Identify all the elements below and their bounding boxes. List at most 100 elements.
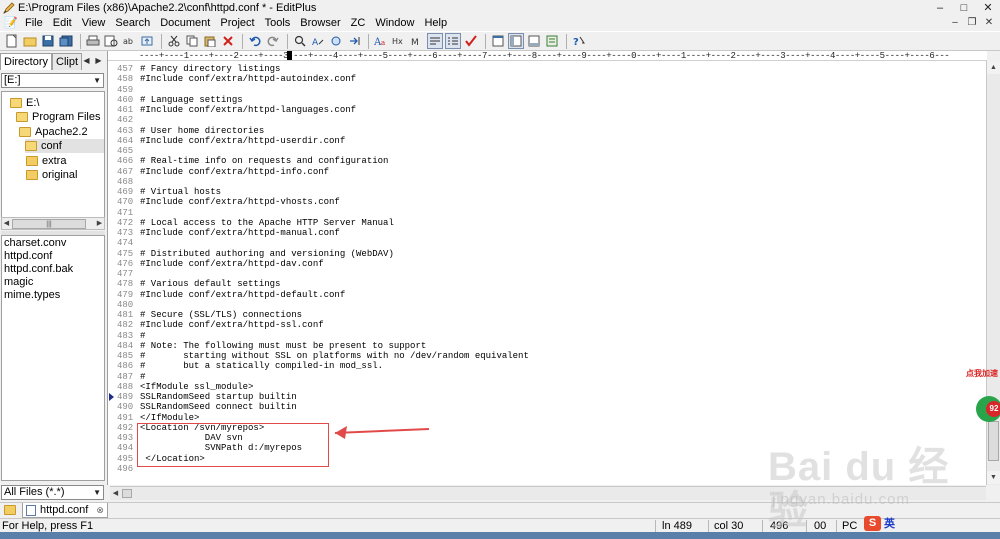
close-icon[interactable]: ✕ (976, 0, 1000, 15)
speed-up-widget[interactable]: 点我加速 92 (966, 368, 1000, 438)
line-text[interactable]: # Distributed authoring and versioning (… (140, 249, 394, 259)
code-line[interactable]: 476 #Include conf/extra/httpd-dav.conf (108, 259, 987, 269)
scroll-left-icon[interactable]: ◀ (2, 218, 11, 229)
file-item[interactable]: httpd.conf.bak (4, 263, 73, 276)
scroll-up-icon[interactable]: ▲ (987, 61, 1000, 74)
menu-help[interactable]: Help (419, 15, 452, 31)
tree-item-conf[interactable]: conf (25, 139, 104, 153)
line-text[interactable]: #Include conf/extra/httpd-ssl.conf (140, 320, 324, 330)
scroll-right-icon[interactable]: ▶ (95, 218, 104, 229)
code-line[interactable]: 470 #Include conf/extra/httpd-vhosts.conf (108, 197, 987, 207)
line-text[interactable]: # (140, 372, 145, 382)
undo-icon[interactable] (247, 33, 263, 49)
redo-icon[interactable] (265, 33, 281, 49)
code-line[interactable]: 459 (108, 85, 987, 95)
editor-pane[interactable]: ----+----1----+----2----+----3----+----4… (107, 51, 987, 485)
find-in-files-icon[interactable] (328, 33, 344, 49)
replace-icon[interactable]: A (310, 33, 326, 49)
code-line[interactable]: 485 # starting without SSL on platforms w… (108, 351, 987, 361)
code-line[interactable]: 471 (108, 208, 987, 218)
code-line[interactable]: 486 # but a statically compiled-in mod_ss… (108, 361, 987, 371)
code-line[interactable]: 481 # Secure (SSL/TLS) connections (108, 310, 987, 320)
line-text[interactable]: # Secure (SSL/TLS) connections (140, 310, 302, 320)
print-preview-icon[interactable] (103, 33, 119, 49)
minimize-icon[interactable]: – (928, 0, 952, 15)
ftp-upload-icon[interactable] (139, 33, 155, 49)
tree-item-original[interactable]: original (26, 168, 77, 182)
line-text[interactable]: SSLRandomSeed connect builtin (140, 402, 297, 412)
font-icon[interactable]: Aa (373, 33, 389, 49)
code-line[interactable]: 482 #Include conf/extra/httpd-ssl.conf (108, 320, 987, 330)
maximize-icon[interactable]: □ (952, 0, 976, 15)
menu-edit[interactable]: Edit (48, 15, 77, 31)
code-line[interactable]: 473 #Include conf/extra/httpd-manual.conf (108, 228, 987, 238)
cliptext-window-icon[interactable] (544, 33, 560, 49)
code-line[interactable]: 469 # Virtual hosts (108, 187, 987, 197)
line-text[interactable]: # Local access to the Apache HTTP Server… (140, 218, 394, 228)
cut-icon[interactable] (166, 33, 182, 49)
go-to-line-icon[interactable] (346, 33, 362, 49)
document-menu-icon[interactable]: 📝 (4, 16, 18, 30)
find-icon[interactable] (292, 33, 308, 49)
menu-document[interactable]: Document (155, 15, 215, 31)
code-line[interactable]: 490 SSLRandomSeed connect builtin (108, 402, 987, 412)
menu-search[interactable]: Search (110, 15, 155, 31)
line-text[interactable]: #Include conf/extra/httpd-languages.conf (140, 105, 356, 115)
spell-check-icon[interactable]: ab (121, 33, 137, 49)
output-window-icon[interactable] (526, 33, 542, 49)
menu-zc[interactable]: ZC (346, 15, 371, 31)
code-line[interactable]: 489 SSLRandomSeed startup builtin (108, 392, 987, 402)
code-line[interactable]: 461 #Include conf/extra/httpd-languages.c… (108, 105, 987, 115)
close-icon[interactable]: ⊗ (96, 505, 104, 516)
menu-project[interactable]: Project (215, 15, 259, 31)
save-icon[interactable] (40, 33, 56, 49)
menu-view[interactable]: View (77, 15, 111, 31)
line-text[interactable]: # starting without SSL on platforms with… (140, 351, 529, 361)
tab-httpd-conf[interactable]: httpd.conf ⊗ (22, 503, 108, 518)
tab-scroll-right-icon[interactable]: ▶ (93, 55, 104, 67)
line-text[interactable]: # Note: The following must must be prese… (140, 341, 426, 351)
file-item[interactable]: magic (4, 276, 33, 289)
code-line[interactable]: 474 (108, 238, 987, 248)
line-text[interactable]: # Real-time info on requests and configu… (140, 156, 388, 166)
line-text[interactable]: #Include conf/extra/httpd-info.conf (140, 167, 329, 177)
folder-tree[interactable]: E:\ Program Files (x8 Apache2.2 conf ext… (1, 91, 105, 223)
code-line[interactable]: 488 <IfModule ssl_module> (108, 382, 987, 392)
line-text[interactable]: SSLRandomSeed startup builtin (140, 392, 297, 402)
delete-icon[interactable] (220, 33, 236, 49)
print-icon[interactable] (85, 33, 101, 49)
code-line[interactable]: 462 (108, 115, 987, 125)
save-all-icon[interactable] (58, 33, 74, 49)
line-text[interactable]: # User home directories (140, 126, 264, 136)
line-text[interactable]: # Various default settings (140, 279, 280, 289)
line-text[interactable]: #Include conf/extra/httpd-autoindex.conf (140, 74, 356, 84)
menu-tools[interactable]: Tools (260, 15, 296, 31)
code-line[interactable]: 477 (108, 269, 987, 279)
window-list-icon[interactable] (490, 33, 506, 49)
line-text[interactable]: # but a statically compiled-in mod_ssl. (140, 361, 383, 371)
hex-viewer-icon[interactable]: Hx (391, 33, 407, 49)
directory-window-icon[interactable] (508, 33, 524, 49)
line-text[interactable]: # Language settings (140, 95, 243, 105)
line-text[interactable]: #Include conf/extra/httpd-userdir.conf (140, 136, 345, 146)
scroll-left-icon[interactable]: ◀ (111, 488, 120, 499)
tree-item-drive-e[interactable]: E:\ (10, 96, 39, 110)
drive-select[interactable]: [E:] ▼ (1, 73, 104, 88)
open-folder-icon[interactable] (22, 33, 38, 49)
code-line[interactable]: 457 # Fancy directory listings (108, 64, 987, 74)
code-line[interactable]: 480 (108, 300, 987, 310)
code-line[interactable]: 467 #Include conf/extra/httpd-info.conf (108, 167, 987, 177)
doc-close-icon[interactable]: ✕ (981, 16, 997, 30)
file-item[interactable]: mime.types (4, 289, 60, 302)
code-line[interactable]: 491 </IfModule> (108, 413, 987, 423)
paste-icon[interactable] (202, 33, 218, 49)
line-text[interactable]: <IfModule ssl_module> (140, 382, 253, 392)
line-text[interactable]: #Include conf/extra/httpd-default.conf (140, 290, 345, 300)
line-text[interactable]: #Include conf/extra/httpd-dav.conf (140, 259, 324, 269)
file-list[interactable]: charset.conv httpd.conf httpd.conf.bak m… (1, 235, 105, 481)
tree-item-apache[interactable]: Apache2.2 (19, 125, 88, 139)
file-item[interactable]: httpd.conf (4, 250, 52, 263)
tree-item-extra[interactable]: extra (26, 154, 66, 168)
code-line[interactable]: 479 #Include conf/extra/httpd-default.con… (108, 290, 987, 300)
spell-check-tick-icon[interactable] (463, 33, 479, 49)
